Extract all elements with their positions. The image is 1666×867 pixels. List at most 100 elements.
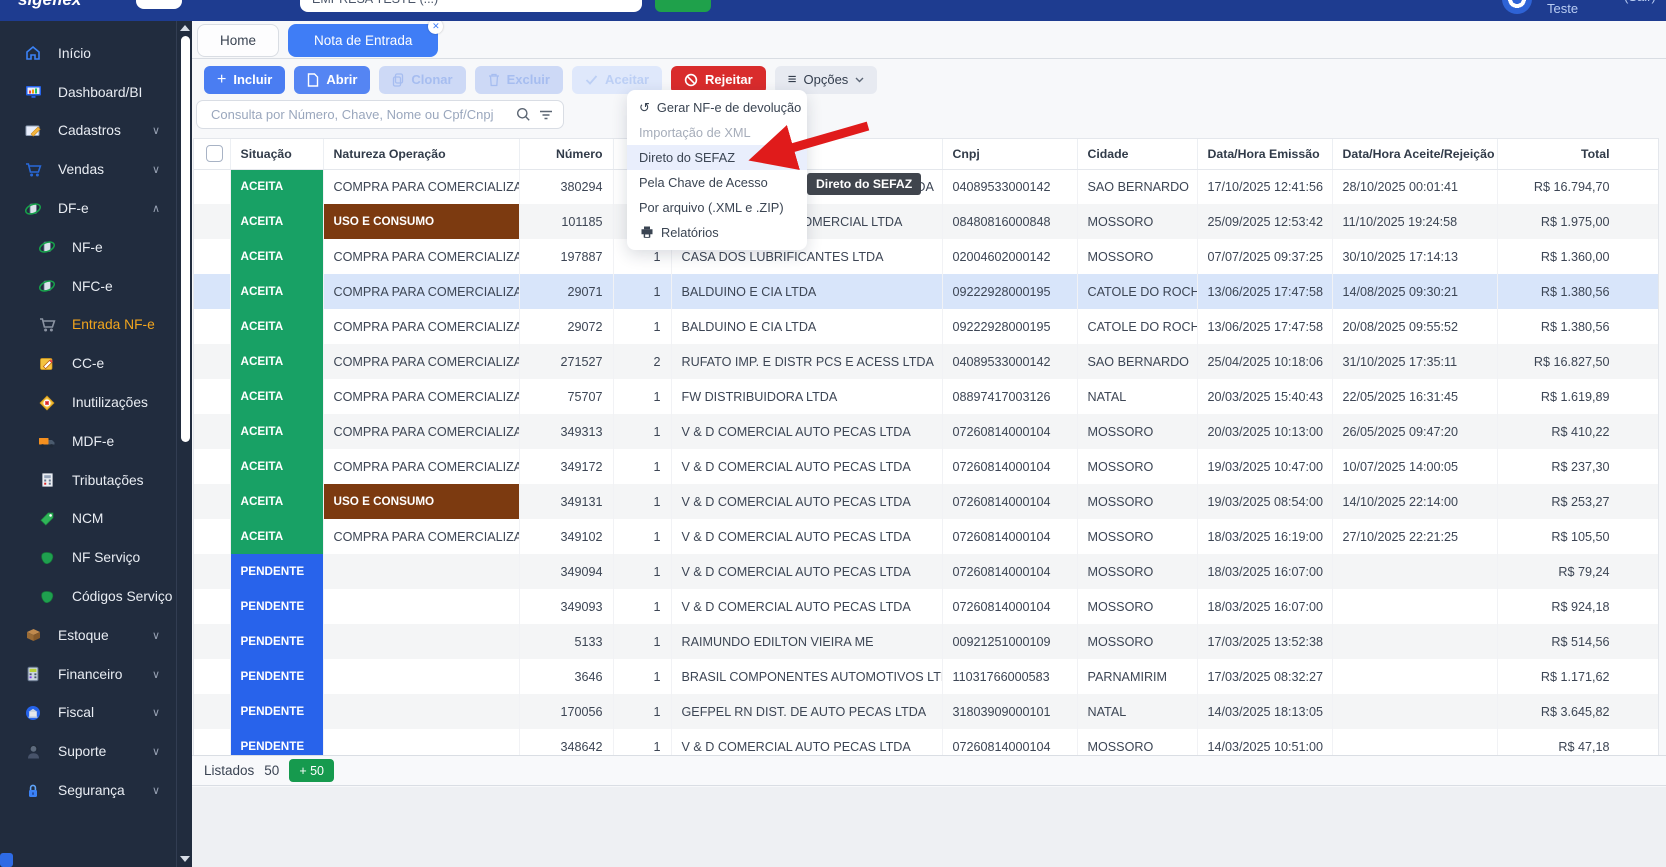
search-box[interactable] [196, 100, 564, 129]
cell-ck [194, 484, 230, 519]
tab-nota-de-entrada[interactable]: Nota de Entrada ✕ [288, 24, 438, 57]
search-icon[interactable] [516, 107, 531, 122]
table-row[interactable]: ACEITACOMPRA PARA COMERCIALIZACAO290711B… [194, 274, 1658, 309]
search-area [196, 100, 564, 129]
table-row[interactable]: ACEITACOMPRA PARA COMERCIALIZACAO3493131… [194, 414, 1658, 449]
col-header-natureza[interactable]: Natureza Operação [323, 139, 519, 169]
table-row[interactable]: ACEITACOMPRA PARA COMERCIALIZACAO1978871… [194, 239, 1658, 274]
listados-count: 50 [264, 763, 279, 778]
col-header-situacao[interactable]: Situação [230, 139, 323, 169]
cell-emissao: 18/03/2025 16:19:00 [1197, 519, 1332, 554]
cell-emissao: 25/04/2025 10:18:06 [1197, 344, 1332, 379]
search-input[interactable] [209, 106, 508, 123]
sidebar-item-df-e[interactable]: DF-e∧ [0, 189, 176, 228]
cell-nat: COMPRA PARA COMERCIALIZACAO [323, 309, 519, 344]
table-row[interactable]: ACEITACOMPRA PARA COMERCIALIZACAO290721B… [194, 309, 1658, 344]
cell-st: ACEITA [230, 414, 323, 449]
load-more-button[interactable]: + 50 [289, 759, 334, 782]
cell-total: R$ 253,27 [1497, 484, 1658, 519]
sidebar-item-mdf-e[interactable]: MDF-e [0, 422, 176, 461]
table-row[interactable]: PENDENTE36461BRASIL COMPONENTES AUTOMOTI… [194, 659, 1658, 694]
cell-cidade: MOSSORO [1077, 624, 1197, 659]
copy-icon [392, 73, 404, 87]
col-header-total[interactable]: Total [1497, 139, 1658, 169]
cell-cidade: NATAL [1077, 379, 1197, 414]
topbar-toggle[interactable] [136, 0, 182, 9]
menu-item-pela-chave-de-acesso[interactable]: Pela Chave de Acesso [627, 170, 807, 195]
cell-cidade: SAO BERNARDO [1077, 169, 1197, 204]
calc-doc-icon [38, 472, 56, 489]
table-row[interactable]: ACEITACOMPRA PARA COMERCIALIZACAO2715272… [194, 344, 1658, 379]
col-header-aceite[interactable]: Data/Hora Aceite/Rejeição [1332, 139, 1497, 169]
menu-item-direto-do-sefaz[interactable]: Direto do SEFAZ [627, 145, 807, 170]
sidebar-item-inutiliza-es[interactable]: Inutilizações [0, 383, 176, 422]
cell-st: PENDENTE [230, 624, 323, 659]
col-header-cnpj[interactable]: Cnpj [942, 139, 1077, 169]
company-selector[interactable]: EMPRESA TESTE (...) [300, 0, 642, 12]
table-row[interactable]: PENDENTE3490931V & D COMERCIAL AUTO PECA… [194, 589, 1658, 624]
tab-home[interactable]: Home [197, 24, 279, 57]
user-avatar-icon[interactable] [1502, 0, 1532, 14]
sidebar-item-vendas[interactable]: Vendas∨ [0, 150, 176, 189]
table-row[interactable]: ACEITACOMPRA PARA COMERCIALIZACAO3491721… [194, 449, 1658, 484]
sidebar-item-seguran-a[interactable]: Segurança∨ [0, 771, 176, 810]
sidebar-item-estoque[interactable]: Estoque∨ [0, 616, 176, 655]
menu-item-por-arquivo-xml-e-zip[interactable]: Por arquivo (.XML e .ZIP) [627, 195, 807, 220]
table-row[interactable]: PENDENTE51331RAIMUNDO EDILTON VIEIRA ME0… [194, 624, 1658, 659]
cell-cidade: MOSSORO [1077, 414, 1197, 449]
sidebar-item-c-digos-servi-o[interactable]: Códigos Serviço [0, 577, 176, 616]
menu-item-label: Por arquivo (.XML e .ZIP) [639, 200, 784, 215]
sidebar-item-dashboard-bi[interactable]: Dashboard/BI [0, 73, 176, 112]
sidebar-item-cadastros[interactable]: Cadastros∨ [0, 112, 176, 151]
table-row[interactable]: PENDENTE3490941V & D COMERCIAL AUTO PECA… [194, 554, 1658, 589]
col-header-numero[interactable]: Número [519, 139, 613, 169]
cell-numero: 349131 [519, 484, 613, 519]
sidebar-item-suporte[interactable]: Suporte∨ [0, 732, 176, 771]
topbar-action-button[interactable] [655, 0, 711, 12]
close-tab-icon[interactable]: ✕ [428, 19, 443, 34]
scrollbar-thumb[interactable] [181, 36, 190, 442]
sidebar-item-nfc-e[interactable]: NFC-e [0, 267, 176, 306]
table-row[interactable]: PENDENTE3486421V & D COMERCIAL AUTO PECA… [194, 729, 1658, 755]
menu-item-label: Importação de XML [639, 125, 751, 140]
col-header-emissao[interactable]: Data/Hora Emissão [1197, 139, 1332, 169]
rotate-left-icon: ↺ [639, 100, 650, 116]
top-app-bar: sigeflex EMPRESA TESTE (...) Teste (Sair… [0, 0, 1666, 21]
sidebar-item-ncm[interactable]: NCM [0, 500, 176, 539]
sidebar-item-fiscal[interactable]: Fiscal∨ [0, 694, 176, 733]
table-row[interactable]: ACEITACOMPRA PARA COMERCIALIZACAO3491021… [194, 519, 1658, 554]
sidebar-item-in-cio[interactable]: Início [0, 34, 176, 73]
vertical-scrollbar[interactable] [176, 21, 192, 867]
cell-emissao: 19/03/2025 10:47:00 [1197, 449, 1332, 484]
menu-item-relat-rios[interactable]: Relatórios [627, 220, 807, 245]
sidebar-item-nf-servi-o[interactable]: NF Serviço [0, 538, 176, 577]
cell-ck [194, 694, 230, 729]
sidebar-item-label: Tributações [72, 473, 144, 488]
select-all-checkbox[interactable] [206, 145, 223, 162]
cell-ck [194, 554, 230, 589]
table-row[interactable]: ACEITAUSO E CONSUMO1011851AUTO NORDESTE … [194, 204, 1658, 239]
abrir-button[interactable]: Abrir [294, 66, 370, 94]
sidebar-item-nf-e[interactable]: NF-e [0, 228, 176, 267]
sidebar-item-entrada-nf-e[interactable]: Entrada NF-e [0, 306, 176, 345]
sidebar-item-tributa-es[interactable]: Tributações [0, 461, 176, 500]
cell-emissao: 13/06/2025 17:47:58 [1197, 309, 1332, 344]
logout-link[interactable]: (Sair) [1624, 0, 1656, 4]
incluir-button[interactable]: + Incluir [204, 66, 285, 94]
cell-total: R$ 1.975,00 [1497, 204, 1658, 239]
filter-icon[interactable] [539, 109, 553, 121]
sidebar-item-financeiro[interactable]: Financeiro∨ [0, 655, 176, 694]
clonar-button: Clonar [379, 66, 465, 94]
table-row[interactable]: ACEITACOMPRA PARA COMERCIALIZACAO757071F… [194, 379, 1658, 414]
table-row[interactable]: ACEITAUSO E CONSUMO3491311V & D COMERCIA… [194, 484, 1658, 519]
menu-item-gerar-nf-e-de-devolu-o[interactable]: ↺Gerar NF-e de devolução [627, 95, 807, 120]
corner-widget[interactable] [0, 853, 13, 867]
cell-total: R$ 105,50 [1497, 519, 1658, 554]
table-row[interactable]: PENDENTE1700561GEFPEL RN DIST. DE AUTO P… [194, 694, 1658, 729]
scroll-up-arrow-icon[interactable] [180, 25, 190, 31]
cell-st: ACEITA [230, 169, 323, 204]
scroll-down-arrow-icon[interactable] [180, 856, 190, 862]
col-header-cidade[interactable]: Cidade [1077, 139, 1197, 169]
sidebar-item-cc-e[interactable]: CC-e [0, 344, 176, 383]
table-row[interactable]: ACEITACOMPRA PARA COMERCIALIZACAO3802941… [194, 169, 1658, 204]
